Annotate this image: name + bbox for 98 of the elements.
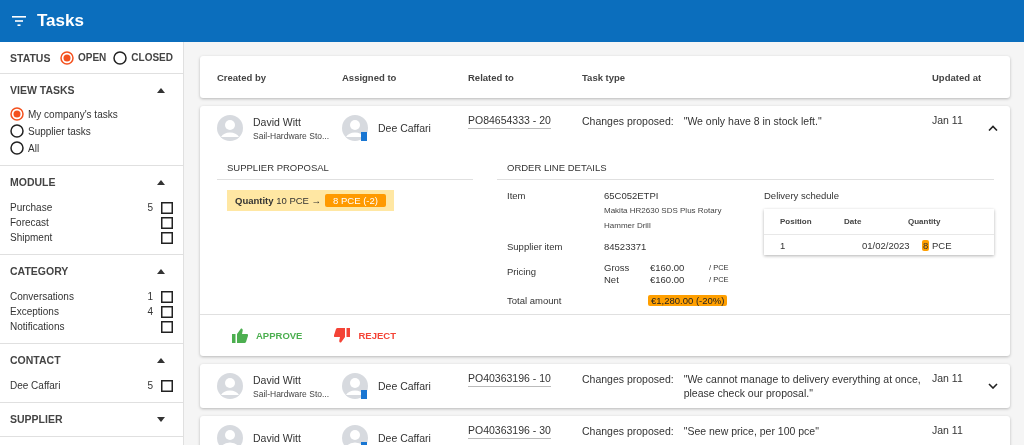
updated-date: Jan 11 (932, 372, 964, 384)
chevron-up-icon[interactable] (988, 125, 998, 131)
proposal-text: Quantity 10 PCE → (235, 195, 322, 206)
task-type: Changes proposed: (582, 424, 674, 438)
price-value: €160.00 (650, 262, 686, 274)
creator-name: David Witt (253, 432, 301, 444)
section-title: SUPPLIER (10, 413, 63, 425)
section-heading: SUPPLIER PROPOSAL (217, 162, 473, 180)
caret-up-icon[interactable] (157, 268, 165, 274)
radio-option[interactable]: All (10, 141, 173, 155)
status-option[interactable]: OPEN (60, 50, 107, 65)
table-cell: 01/02/2023 (862, 239, 908, 251)
proposal-new-value: 8 PCE (-2) (325, 194, 386, 207)
avatar-icon (342, 373, 368, 399)
total-amount: €1,280.00 (-20%) (648, 295, 728, 306)
radio-icon[interactable] (10, 141, 24, 155)
supplier-item-number: 84523371 (604, 241, 648, 252)
table-header: Date (844, 217, 863, 226)
detail-label: Item (507, 190, 527, 203)
checkbox-icon[interactable] (161, 231, 173, 244)
avatar-icon (342, 115, 368, 141)
filter-label: Shipment (10, 232, 54, 243)
creator-name: David Witt (253, 373, 302, 386)
avatar-icon (217, 373, 243, 399)
checkbox-icon[interactable] (161, 290, 173, 303)
creator-name: David Witt (253, 115, 302, 128)
assignee-name: Dee Caffari (378, 380, 431, 392)
task-message: "See new price, per 100 pce" (683, 424, 819, 438)
creator-company: Sail-Hardware Sto... (253, 130, 330, 141)
item-description: Makita HR2630 SDS Plus Rotary Hammer Drill (604, 205, 723, 232)
caret-up-icon[interactable] (157, 179, 165, 185)
column-header: Assigned to (342, 71, 398, 83)
radio-selected-icon[interactable] (60, 50, 74, 65)
filter-label: Notifications (10, 321, 66, 332)
filter-label: Forecast (10, 217, 50, 228)
checkbox-icon[interactable] (161, 320, 173, 333)
avatar-icon (217, 115, 243, 141)
filter-label: Purchase (10, 202, 54, 213)
radio-option[interactable]: Supplier tasks (10, 124, 173, 138)
price-label: Gross (604, 262, 631, 274)
filter-count: 1 (147, 291, 153, 302)
column-header: Task type (582, 71, 627, 83)
radio-selected-icon[interactable] (10, 107, 24, 121)
filter-count: 4 (147, 306, 153, 317)
creator-company: Sail-Hardware Sto... (253, 388, 330, 399)
order-link[interactable]: PO84654333 - 20 (468, 114, 551, 129)
assignee-name: Dee Caffari (378, 432, 431, 444)
task-message: "We only have 8 in stock left." (683, 114, 822, 128)
table-header: Position (780, 217, 813, 226)
table-header: Quantity (908, 217, 942, 226)
detail-label: Pricing (507, 266, 538, 279)
section-title: CATEGORY (10, 265, 69, 277)
table-cell-text: 8 PCE (922, 239, 953, 251)
filter-count: 5 (147, 380, 153, 391)
status-option[interactable]: CLOSED (113, 50, 173, 65)
column-header: Updated at (932, 71, 983, 83)
chevron-down-icon[interactable] (988, 383, 998, 389)
radio-icon[interactable] (10, 124, 24, 138)
status-label: STATUS (10, 51, 52, 64)
caret-up-icon[interactable] (157, 357, 165, 363)
price-value: €160.00 (650, 274, 686, 286)
checkbox-icon[interactable] (161, 216, 173, 229)
detail-label: Supplier item (507, 241, 564, 252)
order-link[interactable]: PO40363196 - 10 (468, 372, 551, 387)
filter-label: Conversations (10, 291, 75, 302)
price-label: Net (604, 274, 620, 286)
task-message: "We cannot manage to delivery everything at once, please check our proposal." (683, 372, 922, 400)
filter-menu-icon[interactable] (12, 16, 26, 26)
column-header: Related to (468, 71, 515, 83)
assignee-name: Dee Caffari (378, 122, 431, 134)
table-cell-text: 1 (780, 239, 787, 251)
thumbs-up-icon (232, 328, 248, 343)
radio-option[interactable]: My company's tasks (10, 107, 173, 121)
detail-label: Total amount (507, 295, 563, 306)
radio-icon[interactable] (113, 50, 128, 65)
section-title: VIEW TASKS (10, 84, 75, 96)
caret-down-icon[interactable] (157, 416, 165, 422)
reject-button[interactable]: REJECT (332, 326, 398, 345)
checkbox-icon[interactable] (161, 379, 173, 392)
filter-count: 5 (147, 202, 153, 213)
caret-up-icon[interactable] (157, 87, 165, 93)
column-header: Created by (217, 71, 268, 83)
page-title: Tasks (37, 11, 84, 31)
order-link[interactable]: PO40363196 - 30 (468, 424, 551, 439)
task-type: Changes proposed: (582, 114, 674, 128)
item-code: 65C052ETPI (604, 190, 660, 201)
filter-label: Dee Caffari (10, 380, 62, 391)
checkbox-icon[interactable] (161, 305, 173, 318)
section-title: CONTACT (10, 354, 61, 366)
schedule-title: Delivery schedule (764, 190, 840, 201)
task-type: Changes proposed: (582, 372, 674, 387)
section-heading: ORDER LINE DETAILS (497, 162, 994, 180)
updated-date: Jan 11 (932, 114, 964, 126)
filter-label: Exceptions (10, 306, 60, 317)
thumbs-down-icon (334, 328, 351, 343)
updated-date: Jan 11 (932, 424, 964, 436)
checkbox-icon[interactable] (161, 201, 173, 214)
section-title: MODULE (10, 176, 56, 188)
